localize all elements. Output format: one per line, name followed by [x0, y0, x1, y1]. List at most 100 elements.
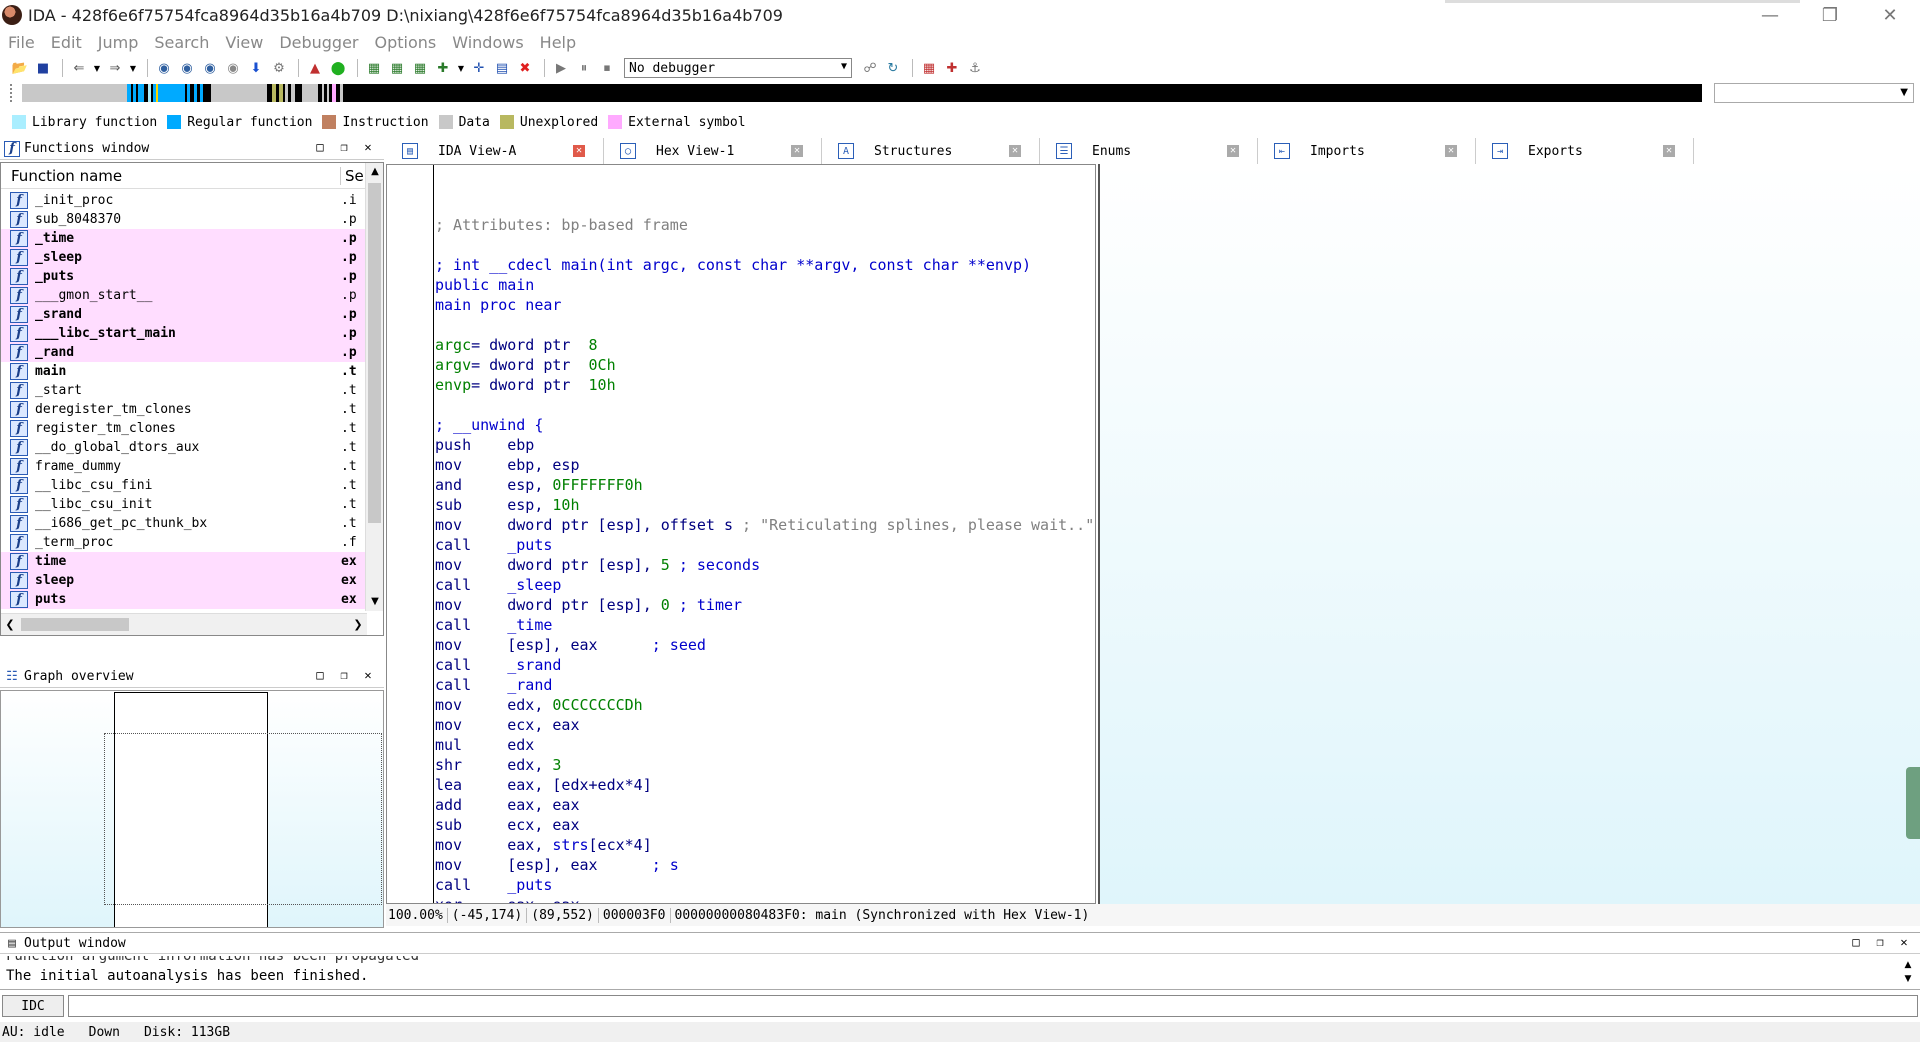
disasm-line[interactable] — [435, 235, 1094, 255]
function-row[interactable]: f __libc_csu_fini .t — [1, 476, 367, 495]
tab-close-icon[interactable]: ✕ — [1663, 145, 1675, 157]
function-row[interactable]: f main .t — [1, 362, 367, 381]
disasm-line[interactable]: ; int __cdecl main(int argc, const char … — [435, 255, 1094, 275]
disasm-line[interactable]: and esp, 0FFFFFFF0h — [435, 475, 1094, 495]
column-segment[interactable]: Se — [341, 167, 364, 185]
tab-close-icon[interactable]: ✕ — [1009, 145, 1021, 157]
scroll-down-icon[interactable]: ▼ — [366, 593, 383, 611]
tab-enums[interactable]: ☰ Enums ✕ — [1040, 138, 1258, 164]
scroll-up-icon[interactable]: ▲ — [1902, 958, 1914, 972]
side-panel-grip[interactable] — [1906, 767, 1920, 839]
maximize-panel-icon[interactable]: □ — [308, 140, 332, 154]
close-window-button[interactable]: ✕ — [1860, 0, 1920, 30]
ida-view-disassembly[interactable]: ; Attributes: bp-based frame ; int __cde… — [386, 164, 1096, 904]
tab-structures[interactable]: A Structures ✕ — [822, 138, 1040, 164]
run-analysis-button[interactable]: ⬤ — [328, 59, 348, 77]
navigation-band-grip[interactable] — [10, 84, 16, 102]
scroll-down-icon[interactable]: ▼ — [1902, 972, 1914, 986]
tab-hex-view-1[interactable]: ◯ Hex View-1 ✕ — [604, 138, 822, 164]
disasm-line[interactable]: mov dword ptr [esp], offset s ; "Reticul… — [435, 515, 1094, 535]
disasm-line[interactable]: mul edx — [435, 735, 1094, 755]
forward-button[interactable]: ⇒ — [105, 59, 125, 77]
menu-jump[interactable]: Jump — [98, 33, 139, 52]
function-row[interactable]: f _srand .p — [1, 305, 367, 324]
scrollbar-thumb[interactable] — [21, 618, 129, 631]
plugin-dropdown[interactable]: ▼ — [456, 59, 466, 77]
tool-button[interactable]: ✛ — [469, 59, 489, 77]
disasm-line[interactable]: main proc near — [435, 295, 1094, 315]
disassembly-listing[interactable]: ; Attributes: bp-based frame ; int __cde… — [435, 195, 1094, 903]
jump-button[interactable]: ⬇ — [246, 59, 266, 77]
add-breakpoint-button[interactable]: ✚ — [942, 59, 962, 77]
function-row[interactable]: f register_tm_clones .t — [1, 419, 367, 438]
disasm-line[interactable]: mov ebp, esp — [435, 455, 1094, 475]
function-row[interactable]: f __i686_get_pc_thunk_bx .t — [1, 514, 367, 533]
disasm-line[interactable]: mov edx, 0CCCCCCCDh — [435, 695, 1094, 715]
disasm-line[interactable]: call _srand — [435, 655, 1094, 675]
stop-debugger-button[interactable]: ⏹ — [597, 59, 617, 77]
graph-button[interactable]: ▲ — [305, 59, 325, 77]
disasm-line[interactable] — [435, 195, 1094, 215]
search-text-button[interactable]: ◉ — [177, 59, 197, 77]
back-button[interactable]: ⇐ — [69, 59, 89, 77]
start-debugger-button[interactable]: ▶ — [551, 59, 571, 77]
disasm-line[interactable]: call _puts — [435, 535, 1094, 555]
disasm-line[interactable]: public main — [435, 275, 1094, 295]
disasm-line[interactable]: add eax, eax — [435, 795, 1094, 815]
disasm-line[interactable]: push ebp — [435, 435, 1094, 455]
graph-overview[interactable] — [0, 690, 384, 928]
menu-debugger[interactable]: Debugger — [279, 33, 358, 52]
debugger-select[interactable]: No debugger ▼ — [624, 58, 852, 78]
function-row[interactable]: f _puts .p — [1, 267, 367, 286]
function-row[interactable]: f frame_dummy .t — [1, 457, 367, 476]
function-row[interactable]: f _sleep .p — [1, 248, 367, 267]
delete-button[interactable]: ✖ — [515, 59, 535, 77]
function-row[interactable]: f deregister_tm_clones .t — [1, 400, 367, 419]
functions-vertical-scrollbar[interactable]: ▲ ▼ — [365, 163, 383, 611]
disasm-line[interactable]: argv= dword ptr 0Ch — [435, 355, 1094, 375]
menu-file[interactable]: File — [8, 33, 35, 52]
maximize-panel-icon[interactable]: □ — [308, 668, 332, 682]
minimize-button[interactable]: — — [1740, 0, 1800, 30]
scroll-right-icon[interactable]: ❯ — [349, 614, 367, 635]
output-scrollbar[interactable]: ▲ ▼ — [1902, 958, 1914, 986]
disasm-line[interactable]: lea eax, [edx+edx*4] — [435, 775, 1094, 795]
float-panel-icon[interactable]: ❐ — [332, 140, 356, 154]
function-row[interactable]: f sub_8048370 .p — [1, 210, 367, 229]
output-window[interactable]: Function argument information has been p… — [0, 956, 1920, 990]
tab-close-icon[interactable]: ✕ — [1445, 145, 1457, 157]
function-row[interactable]: f _rand .p — [1, 343, 367, 362]
disasm-line[interactable]: xor eax, eax — [435, 895, 1094, 903]
functions-horizontal-scrollbar[interactable]: ❮ ❯ — [1, 613, 367, 635]
menu-help[interactable]: Help — [540, 33, 576, 52]
function-row[interactable]: f puts ex — [1, 590, 367, 609]
tab-close-icon[interactable]: ✕ — [573, 145, 585, 157]
menu-windows[interactable]: Windows — [452, 33, 523, 52]
create-struct-button[interactable]: ▦ — [387, 59, 407, 77]
tab-close-icon[interactable]: ✕ — [791, 145, 803, 157]
disasm-line[interactable]: call _rand — [435, 675, 1094, 695]
tab-ida-view-a[interactable]: ▤ IDA View-A ✕ — [386, 138, 604, 164]
disasm-line[interactable]: mov dword ptr [esp], 5 ; seconds — [435, 555, 1094, 575]
refresh-button[interactable]: ↻ — [883, 59, 903, 77]
menu-options[interactable]: Options — [375, 33, 437, 52]
xrefs-button[interactable]: ⚙ — [269, 59, 289, 77]
function-row[interactable]: f _start .t — [1, 381, 367, 400]
search-binary-button[interactable]: ◉ — [154, 59, 174, 77]
menu-edit[interactable]: Edit — [51, 33, 82, 52]
disasm-line[interactable]: call _puts — [435, 875, 1094, 895]
save-button[interactable]: ■ — [33, 59, 53, 77]
plugin-button[interactable]: ✚ — [433, 59, 453, 77]
script-button[interactable]: ▤ — [492, 59, 512, 77]
disasm-line[interactable]: shr edx, 3 — [435, 755, 1094, 775]
idc-language-button[interactable]: IDC — [2, 995, 64, 1017]
close-panel-icon[interactable]: ✕ — [1892, 935, 1916, 949]
function-row[interactable]: f _init_proc .i — [1, 191, 367, 210]
disasm-line[interactable] — [435, 395, 1094, 415]
graph-overview-viewport[interactable] — [104, 733, 382, 905]
scrollbar-thumb[interactable] — [368, 183, 381, 523]
tracing-button[interactable]: ⚓ — [965, 59, 985, 77]
function-row[interactable]: f time ex — [1, 552, 367, 571]
disasm-line[interactable]: call _sleep — [435, 575, 1094, 595]
breakpoint-list-button[interactable]: ▦ — [919, 59, 939, 77]
